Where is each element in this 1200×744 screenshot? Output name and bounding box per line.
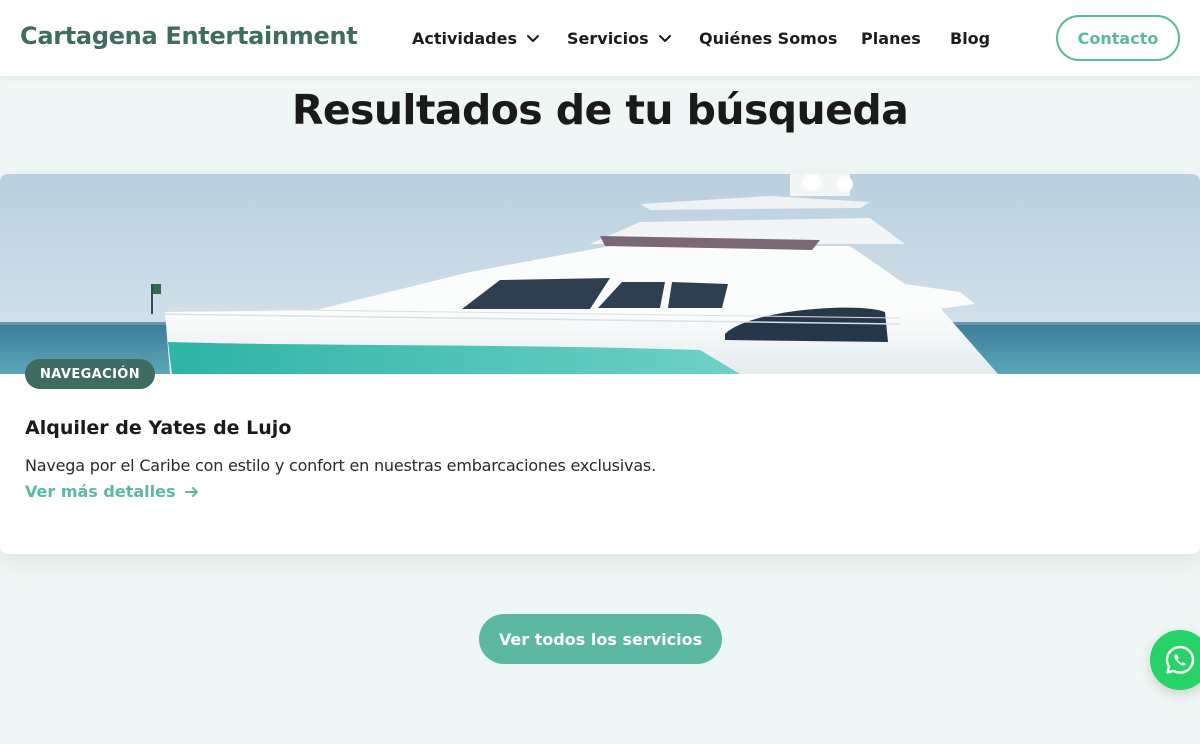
result-title[interactable]: Alquiler de Yates de Lujo — [25, 417, 291, 439]
nav-item-label: Blog — [950, 28, 991, 48]
nav-item-label: Planes — [861, 28, 921, 48]
yacht-image[interactable] — [0, 174, 1200, 374]
view-all-services-button[interactable]: Ver todos los servicios — [479, 614, 722, 664]
site-header: Cartagena Entertainment Actividades Serv… — [0, 0, 1200, 76]
nav-item-servicios[interactable]: Servicios — [567, 27, 672, 49]
contact-button[interactable]: Contacto — [1056, 15, 1180, 61]
nav-item-label: Servicios — [567, 28, 649, 48]
nav-item-label: Actividades — [412, 28, 517, 48]
chevron-down-icon — [527, 35, 539, 42]
nav-item-quienes-somos[interactable]: Quiénes Somos — [699, 27, 837, 49]
chevron-down-icon — [658, 35, 671, 42]
category-badge: NAVEGACIÓN — [25, 359, 156, 389]
nav-item-actividades[interactable]: Actividades — [412, 27, 540, 49]
view-details-label: Ver más detalles — [25, 482, 176, 501]
arrow-right-icon — [185, 486, 199, 497]
nav-item-label: Quiénes Somos — [699, 28, 838, 48]
result-description: Navega por el Caribe con estilo y confor… — [25, 456, 656, 475]
result-card: NAVEGACIÓN Alquiler de Yates de Lujo Nav… — [0, 174, 1200, 554]
page-title: Resultados de tu búsqueda — [291, 86, 909, 134]
whatsapp-button[interactable] — [1150, 630, 1200, 690]
view-details-link[interactable]: Ver más detalles — [25, 482, 200, 501]
nav-item-blog[interactable]: Blog — [950, 27, 990, 49]
whatsapp-icon — [1165, 645, 1195, 674]
nav-item-planes[interactable]: Planes — [861, 27, 921, 49]
brand-logo[interactable]: Cartagena Entertainment — [20, 22, 358, 50]
